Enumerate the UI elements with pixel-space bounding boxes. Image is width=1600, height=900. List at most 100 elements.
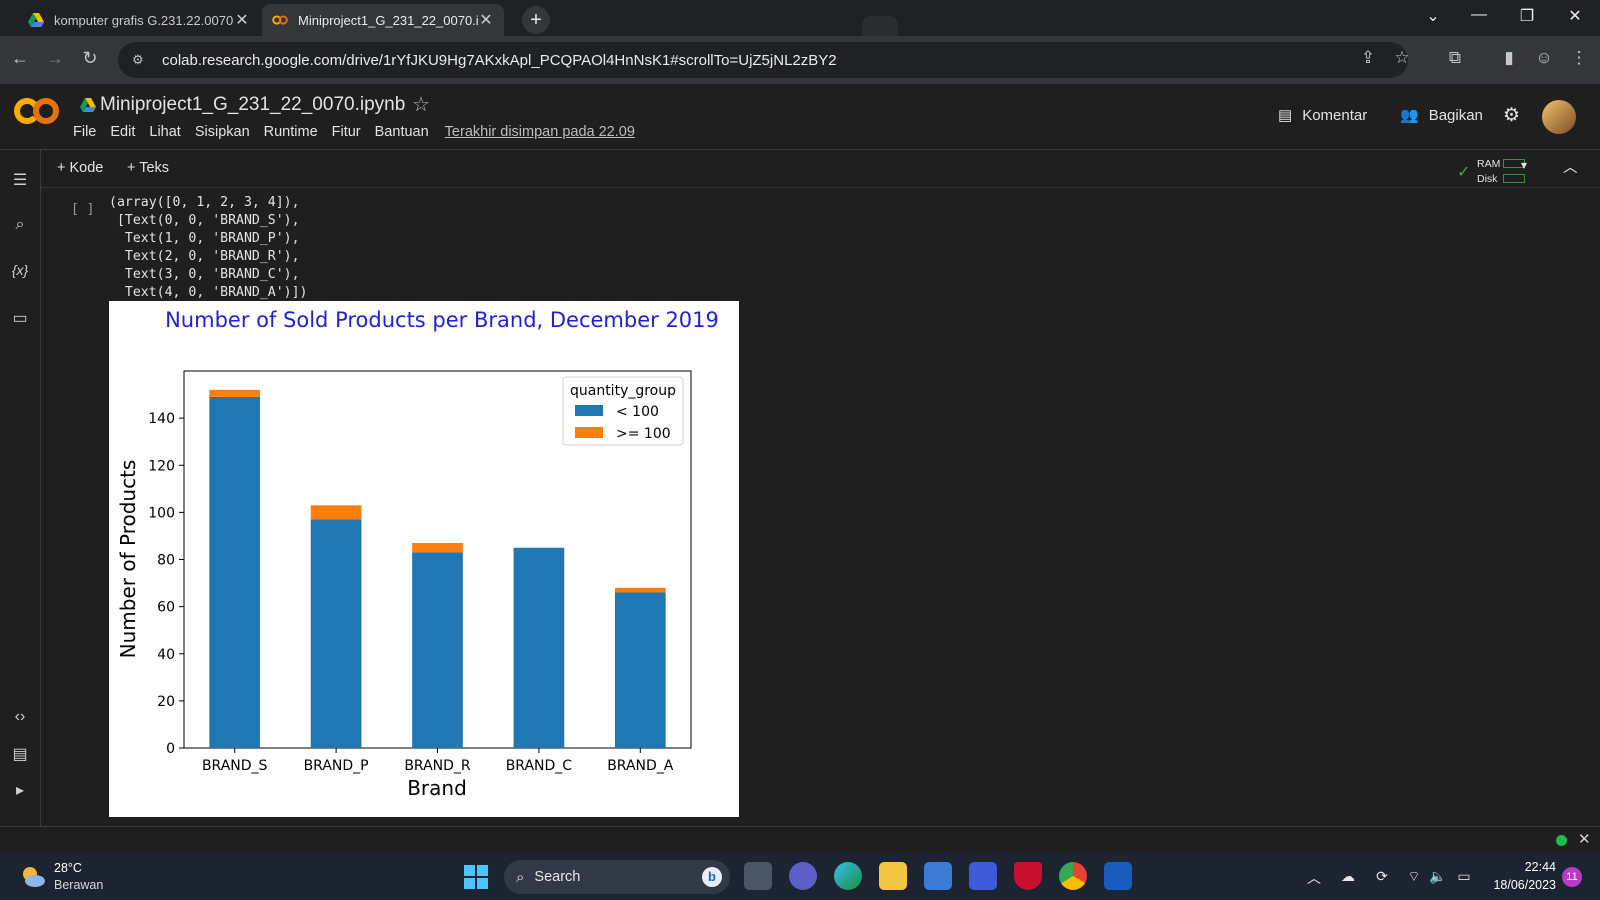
legend-label-under-100: < 100 [616,404,659,420]
comment-button[interactable]: ▤ Komentar [1278,106,1367,125]
tab-label: Miniproject1_G_231_22_0070.ip [298,12,478,28]
file-explorer-icon[interactable] [879,862,907,890]
extensions-puzzle-icon[interactable]: ⧉ [1442,48,1468,68]
search-icon[interactable]: ⌕ [8,216,32,240]
clock-time[interactable]: 22:44 [1500,860,1556,874]
share-page-icon[interactable]: ⇪ [1355,48,1381,68]
bar-brand-p-series-1 [310,505,362,520]
sketchbook-icon[interactable] [969,862,997,890]
bar-brand-s-series-1 [209,389,261,397]
menu-lihat[interactable]: Lihat [149,124,180,140]
browser-tab-colab[interactable]: Miniproject1_G_231_22_0070.ip ✕ [262,4,504,36]
variables-icon[interactable]: {x} [8,262,32,286]
last-saved-link[interactable]: Terakhir disimpan pada 22.09 [445,124,635,140]
forward-arrow-icon[interactable]: → [43,48,67,69]
menu-runtime[interactable]: Runtime [264,124,318,140]
chart-figure: Number of Sold Products per Brand, Decem… [109,301,739,817]
x-tick-label: BRAND_R [404,758,471,774]
bar-brand-a-series-0 [614,592,666,748]
menu-sisipkan[interactable]: Sisipkan [195,124,250,140]
word-icon[interactable] [1104,862,1132,890]
star-icon[interactable]: ☆ [412,92,430,117]
runtime-dropdown-icon[interactable]: ▾ [1521,158,1527,172]
side-panel-icon[interactable]: ▮ [1496,48,1522,68]
weather-cloud-icon [23,867,45,887]
bar-brand-s-series-0 [209,396,261,748]
browser-tabstrip: komputer grafis G.231.22.0070 ✕ Miniproj… [0,0,1600,52]
new-tab-button[interactable]: + [522,6,550,34]
y-tick-label: 120 [148,458,175,474]
windows-taskbar: 28°C Berawan ⌕ Search b ︿ ☁ ⟳ ⌔ 🔈 ▭ 22:4… [0,852,1600,900]
table-of-contents-icon[interactable]: ☰ [8,170,32,194]
wifi-icon[interactable]: ⌔ [1404,868,1424,886]
browser-tab-drive[interactable]: komputer grafis G.231.22.0070 ✕ [18,4,260,36]
onedrive-cloud-icon[interactable]: ☁ [1338,868,1358,885]
search-icon: ⌕ [516,868,525,886]
terminal-icon[interactable]: ▸ [8,780,32,804]
x-tick-label: BRAND_A [607,758,674,774]
notebook-title[interactable]: Miniproject1_G_231_22_0070.ipynb [80,94,405,116]
notebook-title-text: Miniproject1_G_231_22_0070.ipynb [100,94,406,115]
user-avatar[interactable] [1542,100,1576,134]
close-icon[interactable]: ✕ [1578,830,1591,848]
x-tick-label: BRAND_C [506,758,573,774]
disk-bar [1503,174,1525,183]
close-window-button[interactable]: ✕ [1560,6,1590,26]
menu-edit[interactable]: Edit [110,124,135,140]
connected-check-icon: ✓ [1457,164,1471,181]
menu-bantuan[interactable]: Bantuan [375,124,429,140]
command-palette-icon[interactable]: ▤ [8,744,32,768]
taskbar-search-box[interactable]: ⌕ Search b [504,860,730,894]
colab-logo[interactable] [14,96,60,126]
clock-date[interactable]: 18/06/2023 [1488,878,1556,892]
notification-badge[interactable]: 11 [1562,867,1582,887]
google-drive-icon [28,13,44,27]
menu-file[interactable]: File [73,124,96,140]
task-view-icon[interactable] [744,862,772,890]
menu-bar: File Edit Lihat Sisipkan Runtime Fitur B… [73,124,649,140]
comment-icon: ▤ [1278,107,1293,124]
y-tick-label: 100 [148,505,175,521]
site-settings-icon[interactable]: ⚙ [132,52,150,68]
gear-icon[interactable]: ⚙ [1503,104,1520,127]
show-hidden-icons-chevron-icon[interactable]: ︿ [1304,868,1324,888]
edge-browser-icon[interactable] [834,862,862,890]
browser-menu-icon[interactable]: ⋮ [1566,48,1592,68]
left-rail: ☰ ⌕ {x} ▭ ‹› ▤ ▸ [0,150,41,826]
address-bar[interactable]: ⚙ colab.research.google.com/drive/1rYfJK… [118,42,1408,78]
tab-label: komputer grafis G.231.22.0070 [54,12,234,28]
folder-icon[interactable]: ▭ [8,308,32,332]
minimize-button[interactable]: — [1464,6,1494,24]
chart-legend: quantity_group < 100 >= 100 [562,376,684,446]
share-button[interactable]: 👥 Bagikan [1400,106,1483,125]
battery-icon[interactable]: ▭ [1454,868,1474,885]
add-text-button[interactable]: + Teks [127,160,169,176]
y-tick-label: 60 [157,600,175,616]
back-arrow-icon[interactable]: ← [8,48,32,69]
weather-temperature[interactable]: 28°C [54,861,82,875]
add-code-button[interactable]: + Kode [57,160,103,176]
bookmark-star-icon[interactable]: ☆ [1389,48,1415,68]
bing-icon[interactable]: b [702,867,722,887]
teams-chat-icon[interactable] [789,862,817,890]
tab-close-icon[interactable]: ✕ [478,10,494,30]
sync-icon[interactable]: ⟳ [1372,868,1392,885]
colab-icon [272,15,288,25]
reload-icon[interactable]: ↻ [78,48,102,69]
collapse-chevron-icon[interactable]: ︿ [1563,156,1578,177]
chrome-icon[interactable] [1059,862,1087,890]
mcafee-icon[interactable] [1014,862,1042,890]
windows-start-icon[interactable] [464,865,488,889]
weather-description[interactable]: Berawan [54,878,103,892]
menu-fitur[interactable]: Fitur [332,124,361,140]
connection-status-dot [1556,835,1567,846]
volume-icon[interactable]: 🔈 [1428,868,1448,885]
tab-search-chevron-icon[interactable]: ⌄ [1418,6,1448,26]
code-snippets-icon[interactable]: ‹› [8,708,32,732]
tab-close-icon[interactable]: ✕ [234,10,250,30]
profile-avatar-icon[interactable]: ☺ [1531,48,1557,68]
cell-run-indicator[interactable]: [ ] [71,202,94,217]
resources-indicator[interactable]: ✓ RAM Disk [1457,156,1551,186]
microsoft-store-icon[interactable] [924,862,952,890]
restore-button[interactable]: ❐ [1512,6,1542,26]
